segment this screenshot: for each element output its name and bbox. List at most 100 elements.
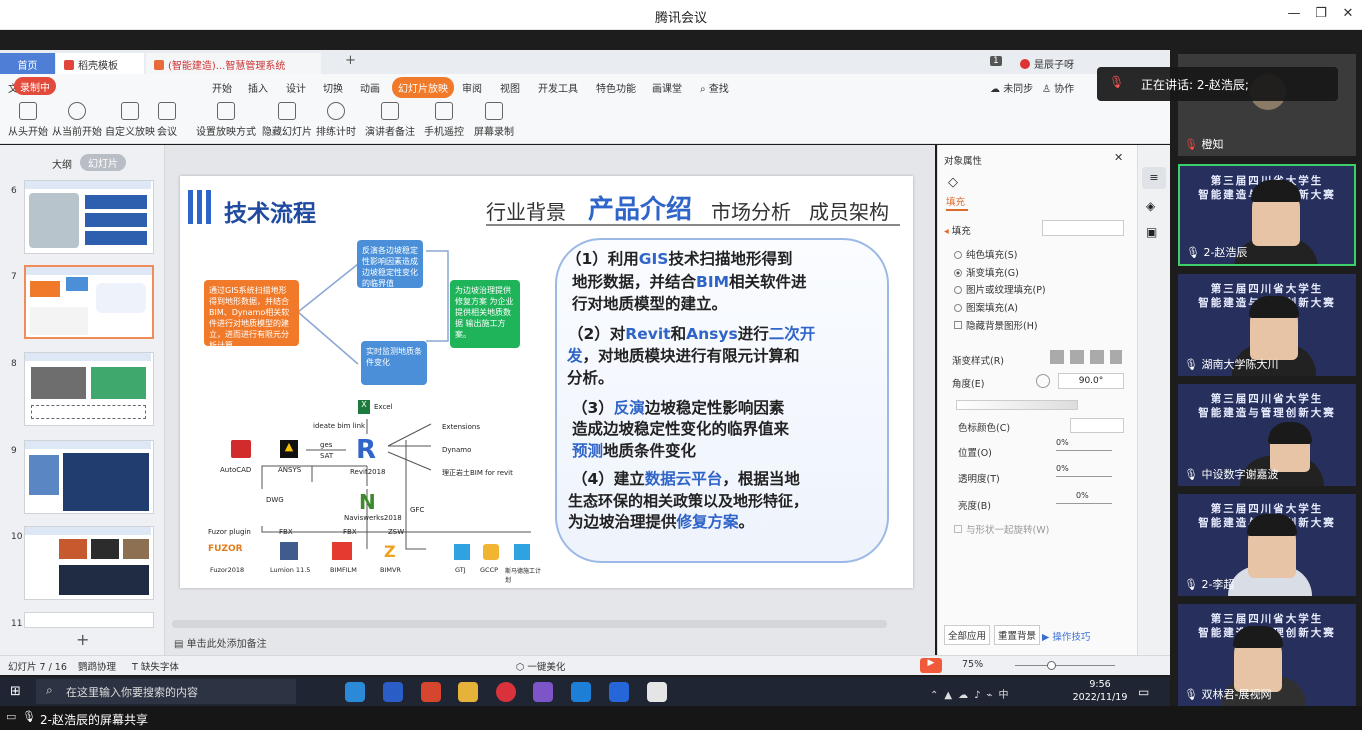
angle-input[interactable]: 90.0° [1058, 373, 1124, 389]
step-1-line-1: （1）利用GIS技术扫描地形得到 [566, 248, 792, 271]
menu-review[interactable]: 审阅 [462, 80, 482, 95]
beautify-button[interactable]: ⬡ 一键美化 [516, 659, 565, 673]
maximize-icon[interactable]: ❐ [1312, 6, 1330, 21]
add-slide-button[interactable]: + [76, 630, 89, 649]
select-icon[interactable]: ▣ [1146, 225, 1157, 239]
position-slider[interactable] [1056, 450, 1112, 451]
meeting-button[interactable]: 会议 [157, 102, 177, 138]
screen-record-button[interactable]: 屏幕录制 [474, 102, 514, 138]
tab-docer[interactable]: 稻壳模板 [56, 53, 144, 74]
menu-search[interactable]: ⌕ 查找 [700, 80, 729, 95]
participant-tile[interactable]: 第三届四川省大学生 智能建造与管理创新大赛 🎙 双林君-展视网 [1178, 604, 1356, 706]
style-icon[interactable]: ◈ [1146, 199, 1155, 213]
reset-bg-button[interactable]: 重置背景 [994, 625, 1041, 645]
slide-thumb-6[interactable] [24, 180, 154, 254]
new-tab-icon[interactable]: + [345, 53, 356, 68]
tab-document[interactable]: (智能建造)...智慧管理系统 [146, 53, 321, 74]
menu-slideshow[interactable]: 幻灯片放映 [392, 77, 454, 98]
hide-slide-button[interactable]: 隐藏幻灯片 [262, 102, 312, 138]
menu-insert[interactable]: 插入 [248, 80, 268, 95]
apply-all-button[interactable]: 全部应用 [944, 625, 991, 645]
step-2-text: ，对地质模块进行有限元计算和 [582, 347, 800, 365]
slide-canvas[interactable]: 技术流程 行业背景 产品介绍 市场分析 成员架构 通过GIS系统扫描地形得到地形… [180, 176, 913, 588]
phone-remote-button[interactable]: 手机遥控 [424, 102, 464, 138]
gradient-bar[interactable] [956, 400, 1078, 410]
rehearse-timing-button[interactable]: 排练计时 [316, 102, 356, 138]
tab-outline[interactable]: 大纲 [52, 156, 72, 171]
option-pattern[interactable]: 图案填充(A) [954, 300, 1018, 314]
minimize-icon[interactable]: — [1285, 6, 1303, 21]
slide-thumb-7[interactable] [24, 265, 154, 339]
lenovo-icon[interactable] [383, 682, 403, 702]
slide-thumb-10[interactable] [24, 526, 154, 600]
menu-view[interactable]: 视图 [500, 80, 520, 95]
wps-writer-icon[interactable] [609, 682, 629, 702]
brightness-slider[interactable] [1056, 503, 1112, 504]
thumb-image [59, 539, 87, 559]
close-icon[interactable]: ✕ [1339, 6, 1357, 21]
menu-developer[interactable]: 开发工具 [538, 80, 578, 95]
diagram-fbx-2: FBX [343, 528, 357, 536]
slide-thumb-8[interactable] [24, 352, 154, 426]
play-from-start-button[interactable]: 从头开始 [8, 102, 48, 138]
option-picture[interactable]: 图片或纹理填充(P) [954, 282, 1046, 296]
meeting-title-bar: 腾讯会议 — ❐ ✕ [0, 0, 1362, 30]
speaker-notes-button[interactable]: 演讲者备注 [365, 102, 415, 138]
menu-transition[interactable]: 切换 [323, 80, 343, 95]
taskbar-search[interactable]: 在这里输入你要搜索的内容 [36, 679, 296, 704]
option-hide-bg[interactable]: 隐藏背景图形(H) [954, 318, 1038, 332]
lumion-icon [280, 542, 298, 560]
slideshow-play-button[interactable]: ▶ [920, 658, 942, 673]
office-icon[interactable] [421, 682, 441, 702]
rotate-with-shape[interactable]: 与形状一起旋转(W) [954, 522, 1049, 536]
fill-tab[interactable]: 填充 [946, 194, 965, 208]
missing-font-label: 缺失字体 [140, 662, 179, 673]
tips-link[interactable]: ▶ 操作技巧 [1042, 629, 1090, 643]
notes-placeholder[interactable]: ▤ 单击此处添加备注 [174, 635, 267, 650]
missing-font[interactable]: T 缺失字体 [132, 659, 179, 673]
participant-tile[interactable]: 第三届四川省大学生 智能建造与管理创新大赛 🎙 2-李超 [1178, 494, 1356, 596]
sync-button[interactable]: ☁ 未同步 [990, 80, 1033, 95]
slideshow-settings-button[interactable]: 设置放映方式 [196, 102, 256, 138]
play-from-current-button[interactable]: 从当前开始 [52, 102, 102, 138]
tray-icons[interactable]: ⌃▲☁♪⌁中 [930, 686, 1014, 701]
horizontal-scrollbar[interactable] [172, 620, 887, 628]
slide-thumb-9[interactable] [24, 440, 154, 514]
tab-home[interactable]: 首页 [0, 53, 55, 74]
menu-animation[interactable]: 动画 [360, 80, 380, 95]
custom-show-button[interactable]: 自定义放映 [105, 102, 155, 138]
pane-close-icon[interactable]: ✕ [1114, 151, 1123, 164]
edge-icon[interactable] [345, 682, 365, 702]
angle-dial-icon[interactable] [1036, 374, 1050, 388]
caret-icon: ◂ [944, 226, 952, 237]
user-name[interactable]: 是辰子呀 [1020, 56, 1074, 71]
participant-tile[interactable]: 第三届四川省大学生 智能建造与管理创新大赛 🎙 湖南大学陈大川 [1178, 274, 1356, 376]
participant-name: 🎙 橙知 [1184, 136, 1223, 152]
option-solid[interactable]: 纯色填充(S) [954, 247, 1017, 261]
menu-home[interactable]: 开始 [212, 80, 232, 95]
menu-classroom[interactable]: 画课堂 [652, 80, 682, 95]
slide-thumb-11[interactable] [24, 612, 154, 628]
zoom-handle[interactable] [1047, 661, 1056, 670]
zoom-slider[interactable] [1015, 665, 1115, 666]
menu-features[interactable]: 特色功能 [596, 80, 636, 95]
windows-start-icon[interactable]: ⊞ [10, 684, 21, 699]
notification-icon[interactable]: ▭ [1138, 685, 1149, 699]
transparency-slider[interactable] [1056, 476, 1112, 477]
menu-design[interactable]: 设计 [286, 80, 306, 95]
wps-presentation-icon[interactable] [647, 682, 667, 702]
tencent-meeting-icon[interactable] [571, 682, 591, 702]
tab-slides[interactable]: 幻灯片 [80, 154, 126, 171]
collab-button[interactable]: ♙ 协作 [1042, 80, 1074, 95]
netease-icon[interactable] [496, 682, 516, 702]
gradient-style-picker[interactable] [1050, 350, 1122, 364]
participant-tile[interactable]: 第三届四川省大学生 智能建造与管理创新大赛 🎙 中设数字谢嘉波 [1178, 384, 1356, 486]
visual-studio-icon[interactable] [533, 682, 553, 702]
folder-icon[interactable] [458, 682, 478, 702]
option-gradient[interactable]: 渐变填充(G) [954, 265, 1019, 279]
properties-icon[interactable]: ≡ [1142, 167, 1166, 189]
step-4-text: 为边坡治理提供 [568, 513, 677, 531]
participant-tile[interactable]: 第三届四川省大学生 智能建造与管理创新大赛 🎙 2-赵浩辰 [1178, 164, 1356, 266]
stop-color-picker[interactable] [1070, 418, 1124, 433]
fill-dropdown[interactable] [1042, 220, 1124, 236]
